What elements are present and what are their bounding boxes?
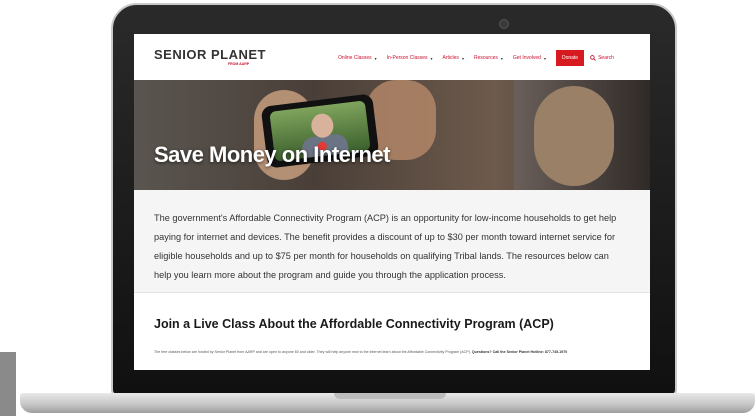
nav-get-involved[interactable]: Get Involved ▾ <box>513 55 546 61</box>
laptop-notch <box>334 393 446 399</box>
nav-label: Articles <box>442 55 459 61</box>
chevron-down-icon: ▾ <box>461 55 464 61</box>
hero-banner: Save Money on Internet <box>134 80 650 190</box>
browser-screen: SENIOR PLANET FROM AARP Online Classes ▾ … <box>134 34 650 370</box>
nav-label: Get Involved <box>512 55 541 61</box>
chevron-down-icon: ▾ <box>374 55 377 61</box>
nav-label: Resources <box>473 55 498 61</box>
intro-paragraph: The government's Affordable Connectivity… <box>154 213 617 280</box>
chevron-down-icon: ▾ <box>543 55 546 61</box>
page-title: Save Money on Internet <box>154 142 390 167</box>
donate-button[interactable]: Donate <box>555 50 585 66</box>
hotline-text: Questions? Call the Senior Planet Hotlin… <box>471 350 568 354</box>
search-button[interactable]: Search <box>590 55 614 61</box>
section-text: The free classes below are hosted by Sen… <box>154 350 471 354</box>
hero-person <box>534 86 614 186</box>
chevron-down-icon: ▾ <box>500 55 503 61</box>
nav-label: In-Person Classes <box>386 55 428 61</box>
nav-online-classes[interactable]: Online Classes ▾ <box>338 55 377 61</box>
nav-in-person-classes[interactable]: In-Person Classes ▾ <box>387 55 433 61</box>
search-icon <box>590 55 596 61</box>
nav-resources[interactable]: Resources ▾ <box>474 55 503 61</box>
section-heading: Join a Live Class About the Affordable C… <box>154 317 554 331</box>
nav-articles[interactable]: Articles ▾ <box>443 55 464 61</box>
camera-icon <box>499 19 509 29</box>
section-description: The free classes below are hosted by Sen… <box>154 349 614 355</box>
nav-label: Online Classes <box>338 55 372 61</box>
search-label: Search <box>598 55 614 61</box>
site-header: SENIOR PLANET FROM AARP Online Classes ▾ … <box>134 34 650 80</box>
main-navigation: Online Classes ▾ In-Person Classes ▾ Artic… <box>338 50 614 66</box>
grey-block <box>0 352 16 416</box>
live-class-section: Join a Live Class About the Affordable C… <box>134 293 650 370</box>
logo-subtext: FROM AARP <box>228 62 250 66</box>
senior-planet-logo[interactable]: SENIOR PLANET <box>154 47 266 62</box>
chevron-down-icon: ▾ <box>430 55 433 61</box>
